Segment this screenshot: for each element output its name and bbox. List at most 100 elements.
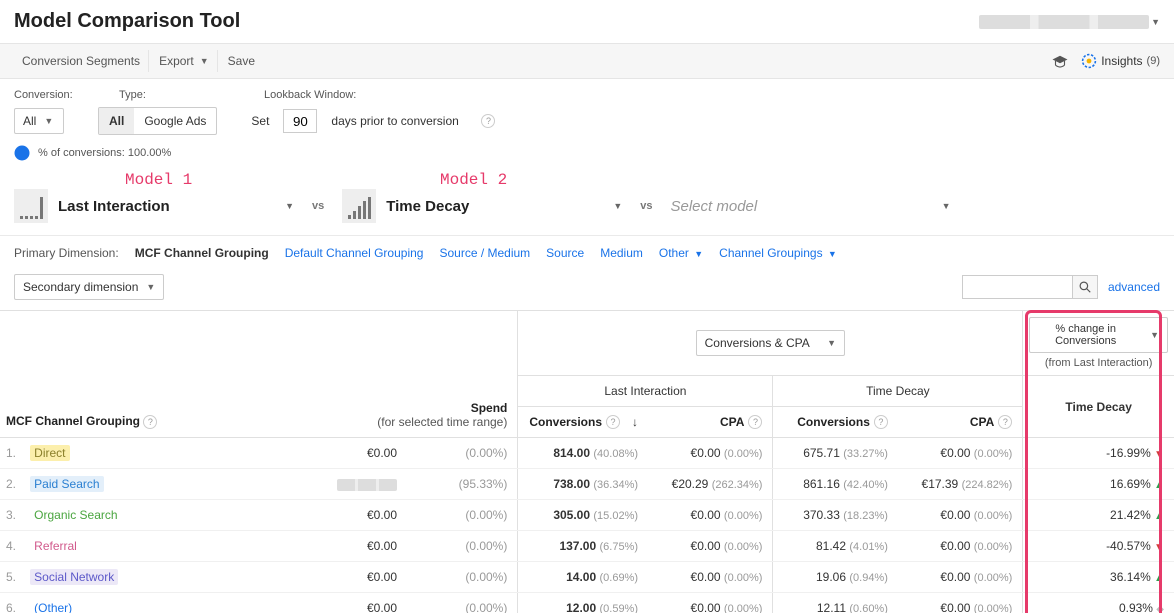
help-icon[interactable]: ?: [998, 415, 1012, 429]
change-dropdown[interactable]: % change in Conversions ▼: [1029, 317, 1168, 353]
from-text: (from Last Interaction): [1029, 357, 1168, 369]
channel-name[interactable]: (Other): [24, 593, 286, 613]
search-button[interactable]: [1072, 275, 1098, 299]
help-icon[interactable]: ?: [606, 415, 620, 429]
conversion-label: Conversion:: [14, 89, 89, 101]
channel-name[interactable]: Social Network: [24, 562, 286, 593]
dim-default-channel[interactable]: Default Channel Grouping: [285, 246, 424, 260]
row-index: 1.: [0, 438, 24, 469]
header-change-model: Time Decay: [1023, 376, 1174, 438]
conv-a: 305.00 (15.02%): [518, 500, 648, 531]
type-segmented: All Google Ads: [98, 107, 217, 135]
account-selector[interactable]: ▼: [979, 15, 1160, 29]
dim-mcf-channel[interactable]: MCF Channel Grouping: [135, 246, 269, 260]
spend-value: €0.00: [286, 500, 407, 531]
pct-conversions-text: % of conversions: 100.00%: [38, 147, 171, 159]
change-value: 21.42% ▲: [1023, 500, 1174, 531]
cpa-a: €20.29 (262.34%): [648, 469, 773, 500]
cpa-b: €17.39 (224.82%): [898, 469, 1023, 500]
spend-pct: (0.00%): [407, 562, 518, 593]
table-row[interactable]: 5.Social Network€0.00(0.00%)14.00 (0.69%…: [0, 562, 1174, 593]
model-2-selector[interactable]: Time Decay ▼: [342, 189, 622, 223]
spend-value: €0.00: [286, 438, 407, 469]
dim-source-medium[interactable]: Source / Medium: [439, 246, 530, 260]
set-label: Set: [251, 114, 269, 128]
insights-button[interactable]: Insights (9): [1081, 53, 1160, 69]
help-icon[interactable]: ?: [481, 114, 495, 128]
cpa-b: €0.00 (0.00%): [898, 562, 1023, 593]
channel-name[interactable]: Referral: [24, 531, 286, 562]
metric-dropdown[interactable]: Conversions & CPA ▼: [696, 330, 845, 356]
secondary-dimension-dropdown[interactable]: Secondary dimension ▼: [14, 274, 164, 300]
spend-pct: (0.00%): [407, 593, 518, 613]
export-button[interactable]: Export▼: [151, 50, 218, 72]
conv-b: 370.33 (18.23%): [773, 500, 898, 531]
conv-a: 814.00 (40.08%): [518, 438, 648, 469]
table-row[interactable]: 1.Direct€0.00(0.00%)814.00 (40.08%)€0.00…: [0, 438, 1174, 469]
dim-medium[interactable]: Medium: [600, 246, 643, 260]
model-1-selector[interactable]: Last Interaction ▼: [14, 189, 294, 223]
col-conv-b[interactable]: Conversions: [797, 415, 870, 429]
cpa-a: €0.00 (0.00%): [648, 438, 773, 469]
last-interaction-icon: [14, 189, 48, 223]
type-all-button[interactable]: All: [99, 108, 134, 134]
col-conv-a[interactable]: Conversions: [529, 415, 602, 429]
change-value: -16.99% ▼: [1023, 438, 1174, 469]
page-title: Model Comparison Tool: [14, 10, 240, 33]
insights-count: (9): [1147, 55, 1160, 67]
table-row[interactable]: 6.(Other)€0.00(0.00%)12.00 (0.59%)€0.00 …: [0, 593, 1174, 613]
col-channel-header[interactable]: MCF Channel Grouping: [6, 414, 140, 428]
channel-name[interactable]: Paid Search: [24, 469, 286, 500]
row-index: 2.: [0, 469, 24, 500]
help-icon[interactable]: ?: [143, 415, 157, 429]
conv-b: 675.71 (33.27%): [773, 438, 898, 469]
pie-icon: [14, 145, 30, 161]
spend-pct: (0.00%): [407, 531, 518, 562]
col-cpa-a[interactable]: CPA: [720, 415, 744, 429]
row-index: 5.: [0, 562, 24, 593]
spend-pct: (0.00%): [407, 438, 518, 469]
conversion-segments-button[interactable]: Conversion Segments: [14, 50, 149, 72]
annotation-model-1: Model 1: [125, 171, 192, 189]
spend-value: [286, 469, 407, 500]
conv-b: 19.06 (0.94%): [773, 562, 898, 593]
col-spend-sub: (for selected time range): [296, 415, 507, 429]
type-google-ads-button[interactable]: Google Ads: [134, 108, 216, 134]
dim-other[interactable]: Other ▼: [659, 246, 703, 260]
dim-source[interactable]: Source: [546, 246, 584, 260]
dim-channel-groupings[interactable]: Channel Groupings ▼: [719, 246, 837, 260]
model-3-selector[interactable]: Select model ▼: [671, 198, 951, 215]
save-button[interactable]: Save: [220, 50, 263, 72]
change-value: 0.93% ◆: [1023, 593, 1174, 613]
sort-arrow-down-icon[interactable]: ↓: [632, 415, 638, 429]
table-search-input[interactable]: [962, 275, 1072, 299]
cpa-a: €0.00 (0.00%): [648, 531, 773, 562]
row-index: 4.: [0, 531, 24, 562]
table-row[interactable]: 4.Referral€0.00(0.00%)137.00 (6.75%)€0.0…: [0, 531, 1174, 562]
secondary-dimension-label: Secondary dimension: [23, 280, 138, 294]
lookback-days-input[interactable]: [283, 109, 317, 133]
education-icon[interactable]: [1051, 54, 1069, 68]
conv-a: 12.00 (0.59%): [518, 593, 648, 613]
col-spend-header[interactable]: Spend: [296, 401, 507, 415]
type-label: Type:: [119, 89, 234, 101]
conversion-dropdown[interactable]: All▼: [14, 108, 64, 134]
vs-label-2: vs: [640, 200, 652, 212]
spend-value: €0.00: [286, 562, 407, 593]
channel-name[interactable]: Direct: [24, 438, 286, 469]
lookback-label: Lookback Window:: [264, 89, 356, 101]
help-icon[interactable]: ?: [874, 415, 888, 429]
change-value: 16.69% ▲: [1023, 469, 1174, 500]
spend-value: €0.00: [286, 593, 407, 613]
col-cpa-b[interactable]: CPA: [970, 415, 994, 429]
help-icon[interactable]: ?: [748, 415, 762, 429]
table-row[interactable]: 3.Organic Search€0.00(0.00%)305.00 (15.0…: [0, 500, 1174, 531]
channel-name[interactable]: Organic Search: [24, 500, 286, 531]
search-icon: [1079, 281, 1091, 293]
advanced-link[interactable]: advanced: [1108, 280, 1160, 294]
cpa-a: €0.00 (0.00%): [648, 500, 773, 531]
table-row[interactable]: 2.Paid Search(95.33%)738.00 (36.34%)€20.…: [0, 469, 1174, 500]
vs-label: vs: [312, 200, 324, 212]
cpa-a: €0.00 (0.00%): [648, 562, 773, 593]
insights-label: Insights: [1101, 54, 1142, 68]
